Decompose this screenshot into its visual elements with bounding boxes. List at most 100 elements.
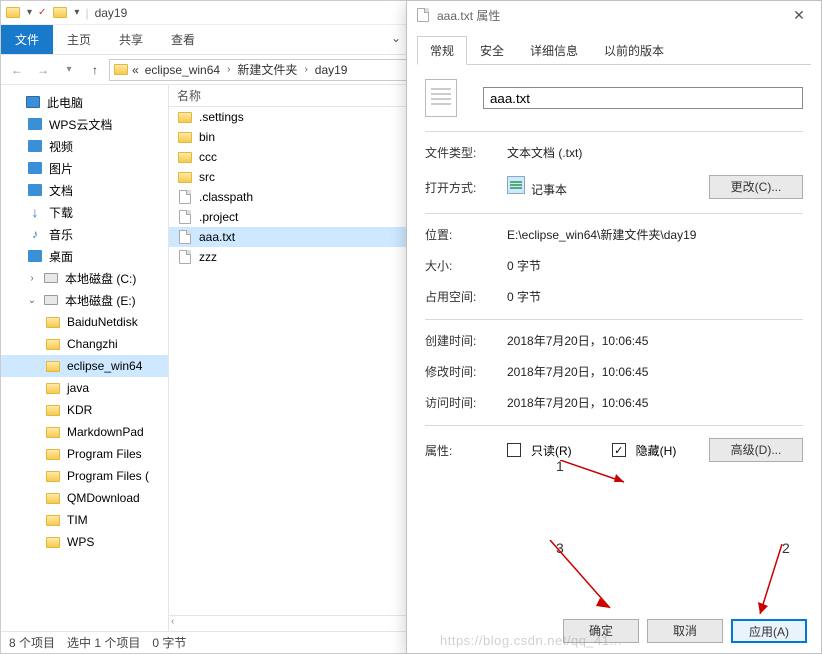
value-modified: 2018年7月20日，10:06:45 bbox=[507, 363, 803, 380]
explorer-window: ▾ ✓ ▾ | day19 文件 主页 共享 查看 ⌄ ← → ▾ ↑ « ec… bbox=[0, 0, 412, 654]
breadcrumb-seg[interactable]: day19 bbox=[313, 63, 350, 77]
tree-label: BaiduNetdisk bbox=[67, 315, 138, 329]
folder-icon bbox=[177, 169, 193, 185]
tree-music[interactable]: ♪音乐 bbox=[1, 223, 168, 245]
tree-folder[interactable]: WPS bbox=[1, 531, 168, 553]
close-button[interactable]: ✕ bbox=[777, 1, 821, 29]
folder-icon bbox=[52, 5, 68, 21]
tree-folder[interactable]: Changzhi bbox=[1, 333, 168, 355]
tree-label: 本地磁盘 (C:) bbox=[65, 270, 136, 287]
tree-pictures[interactable]: 图片 bbox=[1, 157, 168, 179]
tree-folder[interactable]: KDR bbox=[1, 399, 168, 421]
document-icon bbox=[177, 229, 193, 245]
label-accessed: 访问时间: bbox=[425, 394, 497, 411]
tree-videos[interactable]: 视频 bbox=[1, 135, 168, 157]
file-name: aaa.txt bbox=[199, 230, 235, 244]
tree-desktop[interactable]: 桌面 bbox=[1, 245, 168, 267]
notepad-icon bbox=[507, 176, 525, 194]
file-row[interactable]: aaa.txt bbox=[169, 227, 411, 247]
tree-folder[interactable]: BaiduNetdisk bbox=[1, 311, 168, 333]
tree-downloads[interactable]: ↓下载 bbox=[1, 201, 168, 223]
tree-folder[interactable]: java bbox=[1, 377, 168, 399]
check-icon[interactable]: ✓ bbox=[38, 7, 46, 18]
apply-button[interactable]: 应用(A) bbox=[731, 619, 807, 643]
tab-previous[interactable]: 以前的版本 bbox=[591, 36, 677, 65]
tree-label: java bbox=[67, 381, 89, 395]
breadcrumb-lead[interactable]: « bbox=[130, 63, 141, 77]
value-location: E:\eclipse_win64\新建文件夹\day19 bbox=[507, 226, 803, 243]
tree-folder[interactable]: MarkdownPad bbox=[1, 421, 168, 443]
tree-folder[interactable]: QMDownload bbox=[1, 487, 168, 509]
file-row[interactable]: ccc bbox=[169, 147, 411, 167]
ribbon-tab-share[interactable]: 共享 bbox=[105, 25, 157, 54]
value-accessed: 2018年7月20日，10:06:45 bbox=[507, 394, 803, 411]
properties-dialog: aaa.txt 属性 ✕ 常规 安全 详细信息 以前的版本 文件类型: 文本文档… bbox=[406, 0, 822, 654]
tree-label: QMDownload bbox=[67, 491, 140, 505]
column-header-name[interactable]: 名称 bbox=[169, 85, 411, 107]
file-list[interactable]: .settingsbin ccc src .classpath .project aaa.… bbox=[169, 107, 411, 631]
tree-label: Program Files ( bbox=[67, 469, 149, 483]
tree-label: Changzhi bbox=[67, 337, 118, 351]
file-row[interactable]: .project bbox=[169, 207, 411, 227]
filename-input[interactable] bbox=[483, 87, 803, 109]
tree-folder[interactable]: Program Files ( bbox=[1, 465, 168, 487]
chevron-down-icon[interactable]: ▾ bbox=[74, 7, 79, 18]
ribbon-tab-file[interactable]: 文件 bbox=[1, 25, 53, 54]
tree-folder[interactable]: eclipse_win64 bbox=[1, 355, 168, 377]
document-icon bbox=[177, 209, 193, 225]
cancel-button[interactable]: 取消 bbox=[647, 619, 723, 643]
tab-bar: 常规 安全 详细信息 以前的版本 bbox=[417, 35, 811, 65]
chevron-down-icon[interactable]: ▾ bbox=[27, 7, 32, 18]
folder-icon bbox=[114, 64, 128, 75]
value-filetype: 文本文档 (.txt) bbox=[507, 144, 803, 161]
tree-label: 音乐 bbox=[49, 226, 73, 243]
tab-security[interactable]: 安全 bbox=[467, 36, 517, 65]
ribbon: 文件 主页 共享 查看 ⌄ bbox=[1, 25, 411, 55]
tree-drive-e[interactable]: ⌄本地磁盘 (E:) bbox=[1, 289, 168, 311]
address-bar-row: ← → ▾ ↑ « eclipse_win64 › 新建文件夹 › day19 bbox=[1, 55, 411, 85]
dialog-title: aaa.txt 属性 bbox=[437, 7, 500, 24]
advanced-button[interactable]: 高级(D)... bbox=[709, 438, 803, 462]
tree-wpscloud[interactable]: WPS云文档 bbox=[1, 113, 168, 135]
file-name: ccc bbox=[199, 150, 217, 164]
nav-recent-button[interactable]: ▾ bbox=[57, 58, 81, 82]
breadcrumb-seg[interactable]: eclipse_win64 bbox=[143, 63, 222, 77]
address-bar[interactable]: « eclipse_win64 › 新建文件夹 › day19 bbox=[109, 59, 407, 81]
tree-drive-c[interactable]: ›本地磁盘 (C:) bbox=[1, 267, 168, 289]
file-name: .classpath bbox=[199, 190, 253, 204]
ribbon-tab-view[interactable]: 查看 bbox=[157, 25, 209, 54]
label-size: 大小: bbox=[425, 257, 497, 274]
checkbox-hidden[interactable] bbox=[612, 443, 626, 457]
horizontal-scrollbar[interactable]: ‹› bbox=[169, 615, 411, 631]
tab-general[interactable]: 常规 bbox=[417, 36, 467, 65]
ok-button[interactable]: 确定 bbox=[563, 619, 639, 643]
file-row[interactable]: .settings bbox=[169, 107, 411, 127]
label-filetype: 文件类型: bbox=[425, 144, 497, 161]
document-icon bbox=[177, 189, 193, 205]
chevron-right-icon[interactable]: › bbox=[301, 64, 310, 75]
tab-details[interactable]: 详细信息 bbox=[517, 36, 591, 65]
tree-thispc[interactable]: 此电脑 bbox=[1, 91, 168, 113]
checkbox-readonly[interactable] bbox=[507, 443, 521, 457]
change-button[interactable]: 更改(C)... bbox=[709, 175, 803, 199]
nav-tree[interactable]: 此电脑 WPS云文档 视频 图片 文档 ↓下载 ♪音乐 桌面 ›本地磁盘 (C:… bbox=[1, 85, 169, 631]
nav-forward-button: → bbox=[31, 58, 55, 82]
nav-up-button[interactable]: ↑ bbox=[83, 58, 107, 82]
file-row[interactable]: zzz bbox=[169, 247, 411, 267]
tree-label: 视频 bbox=[49, 138, 73, 155]
folder-icon bbox=[5, 5, 21, 21]
tree-documents[interactable]: 文档 bbox=[1, 179, 168, 201]
ribbon-tab-home[interactable]: 主页 bbox=[53, 25, 105, 54]
dialog-button-row: 确定 取消 应用(A) bbox=[563, 619, 807, 643]
chevron-right-icon[interactable]: › bbox=[224, 64, 233, 75]
tree-label: 本地磁盘 (E:) bbox=[65, 292, 136, 309]
file-row[interactable]: src bbox=[169, 167, 411, 187]
file-row[interactable]: .classpath bbox=[169, 187, 411, 207]
tree-folder[interactable]: TIM bbox=[1, 509, 168, 531]
nav-back-button[interactable]: ← bbox=[5, 58, 29, 82]
value-sizeondisk: 0 字节 bbox=[507, 288, 803, 305]
file-row[interactable]: bin bbox=[169, 127, 411, 147]
breadcrumb-seg[interactable]: 新建文件夹 bbox=[235, 61, 299, 78]
tree-folder[interactable]: Program Files bbox=[1, 443, 168, 465]
label-attributes: 属性: bbox=[425, 442, 497, 459]
